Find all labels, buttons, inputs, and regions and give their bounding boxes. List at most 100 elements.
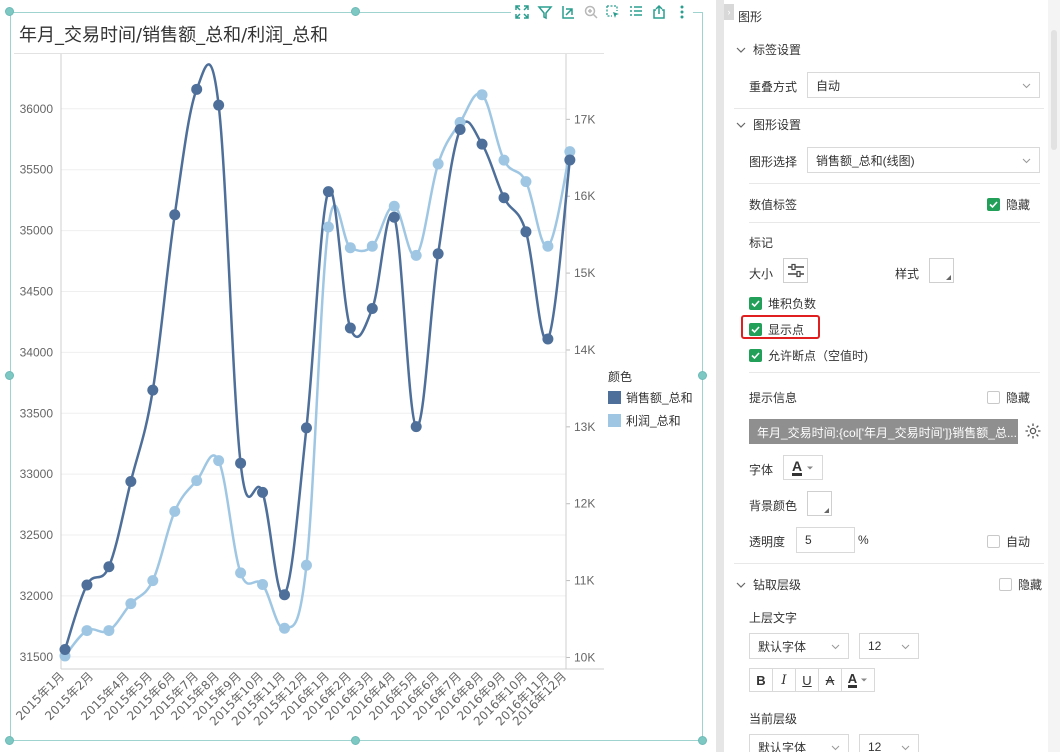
- marker-size-button[interactable]: [783, 258, 808, 283]
- gear-icon[interactable]: [1024, 422, 1042, 443]
- upper-font-select[interactable]: 默认字体: [749, 633, 849, 659]
- checkbox-checked-icon[interactable]: [987, 198, 1000, 211]
- bg-color-button[interactable]: [807, 491, 832, 516]
- bold-button[interactable]: B: [750, 669, 773, 691]
- data-point-profit: [542, 240, 554, 252]
- legend-title: 颜色: [608, 370, 633, 384]
- section-label-settings[interactable]: 标签设置: [736, 41, 801, 58]
- checkbox-unchecked-icon[interactable]: [987, 391, 1000, 404]
- panel-title: 图形: [738, 10, 763, 24]
- data-point-profit: [191, 475, 203, 487]
- overlap-label: 重叠方式: [749, 80, 798, 94]
- legend-label-profit: 利润_总和: [626, 414, 681, 428]
- font-label: 字体: [749, 463, 774, 477]
- slider-settings-icon: [787, 263, 804, 277]
- chevron-down-icon: [831, 745, 840, 751]
- checkbox-unchecked-icon[interactable]: [999, 578, 1012, 591]
- upper-text-label: 上层文字: [749, 611, 798, 625]
- y-tick-label-right: 12K: [574, 497, 595, 511]
- marker-title: 标记: [749, 236, 774, 250]
- section-graph-settings[interactable]: 图形设置: [736, 116, 801, 133]
- italic-button[interactable]: I: [773, 669, 796, 691]
- allow-break-toggle[interactable]: 允许断点（空值时): [749, 347, 868, 364]
- data-point-sales: [520, 226, 532, 238]
- data-point-profit: [520, 176, 532, 188]
- drill-hide-toggle[interactable]: 隐藏: [999, 576, 1042, 593]
- data-point-sales: [366, 303, 378, 315]
- data-point-profit: [344, 242, 356, 254]
- line-chart-plot[interactable]: 31500 32000 32500 33000 33500 34000 34500 35000…: [10, 12, 703, 741]
- highlight-box: [741, 315, 820, 339]
- legend-swatch-sales: [608, 391, 621, 404]
- current-size-select[interactable]: 12: [859, 734, 919, 752]
- y-tick-label-right: 14K: [574, 343, 595, 357]
- data-point-profit: [300, 559, 312, 571]
- data-point-sales: [476, 138, 488, 150]
- allow-break-text: 允许断点（空值时): [768, 349, 868, 363]
- chevron-down-icon: [1022, 83, 1031, 89]
- data-point-profit: [235, 567, 247, 579]
- data-point-sales: [213, 99, 225, 111]
- current-font-select[interactable]: 默认字体: [749, 734, 849, 752]
- y-tick-label-right: 16K: [574, 189, 595, 203]
- legend-swatch-profit: [608, 414, 621, 427]
- y-tick-label-right: 11K: [574, 574, 594, 588]
- checkbox-checked-icon[interactable]: [749, 349, 762, 362]
- text-color-button[interactable]: A: [842, 669, 874, 691]
- y-tick-label-left: 34500: [20, 284, 54, 298]
- value-label-title: 数值标签: [749, 198, 798, 212]
- dropdown-corner-icon: [823, 507, 829, 513]
- data-point-sales: [432, 248, 444, 260]
- value-label-hide-toggle[interactable]: 隐藏: [987, 196, 1030, 213]
- opacity-input[interactable]: 5: [796, 527, 855, 553]
- y-tick-label-left: 36000: [20, 102, 54, 116]
- overlap-select-value: 自动: [816, 78, 841, 93]
- panel-scrollbar[interactable]: [1048, 0, 1060, 752]
- current-font-value: 默认字体: [758, 740, 807, 752]
- section-graph-settings-title: 图形设置: [753, 118, 802, 132]
- opacity-auto-toggle[interactable]: 自动: [987, 533, 1030, 550]
- font-color-button[interactable]: A: [783, 455, 823, 480]
- current-level-label: 当前层级: [749, 712, 798, 726]
- upper-font-value: 默认字体: [758, 639, 807, 654]
- y-tick-label-left: 33500: [20, 406, 54, 420]
- data-point-sales: [498, 192, 510, 204]
- upper-size-value: 12: [868, 639, 882, 653]
- marker-size-label: 大小: [749, 267, 774, 281]
- chevron-down-icon: [736, 122, 746, 128]
- chevron-down-icon: [736, 582, 746, 588]
- data-point-sales: [388, 211, 400, 223]
- series-line-sales: [63, 63, 572, 650]
- overlap-select[interactable]: 自动: [807, 72, 1040, 98]
- collapse-arrow-icon[interactable]: ›: [724, 4, 734, 20]
- checkbox-unchecked-icon[interactable]: [987, 535, 1000, 548]
- tooltip-hide-toggle[interactable]: 隐藏: [987, 389, 1030, 406]
- legend-item-profit[interactable]: 利润_总和: [608, 412, 693, 429]
- y-tick-label-left: 35000: [20, 224, 54, 238]
- data-point-profit: [169, 505, 181, 517]
- legend-item-sales[interactable]: 销售额_总和: [608, 389, 693, 406]
- tooltip-template-field[interactable]: 年月_交易时间:{col['年月_交易时间']}销售额_总...: [749, 419, 1018, 444]
- chart-widget[interactable]: 年月_交易时间/销售额_总和/利润_总和 31500 32000 32500 3300…: [5, 0, 707, 745]
- stack-negative-toggle[interactable]: 堆积负数: [749, 295, 816, 312]
- data-point-profit: [147, 575, 159, 587]
- opacity-label: 透明度: [749, 535, 786, 549]
- underline-button[interactable]: U: [796, 669, 819, 691]
- graph-select[interactable]: 销售额_总和(线图): [807, 147, 1040, 173]
- y-tick-label-left: 31500: [20, 650, 54, 664]
- upper-size-select[interactable]: 12: [859, 633, 919, 659]
- checkbox-checked-icon[interactable]: [749, 297, 762, 310]
- chevron-down-icon: [831, 644, 840, 650]
- caret-down-icon: [807, 466, 814, 469]
- data-point-sales: [81, 579, 93, 591]
- marker-style-button[interactable]: [929, 258, 954, 283]
- section-drill[interactable]: 钻取层级: [736, 576, 801, 593]
- strikethrough-button[interactable]: A: [819, 669, 842, 691]
- graph-select-value: 销售额_总和(线图): [816, 153, 915, 168]
- data-point-sales: [125, 475, 137, 487]
- drill-hide-text: 隐藏: [1018, 578, 1043, 592]
- data-point-profit: [432, 158, 444, 170]
- dropdown-corner-icon: [945, 274, 951, 280]
- panel-splitter[interactable]: [716, 0, 724, 752]
- legend-label-sales: 销售额_总和: [626, 391, 693, 405]
